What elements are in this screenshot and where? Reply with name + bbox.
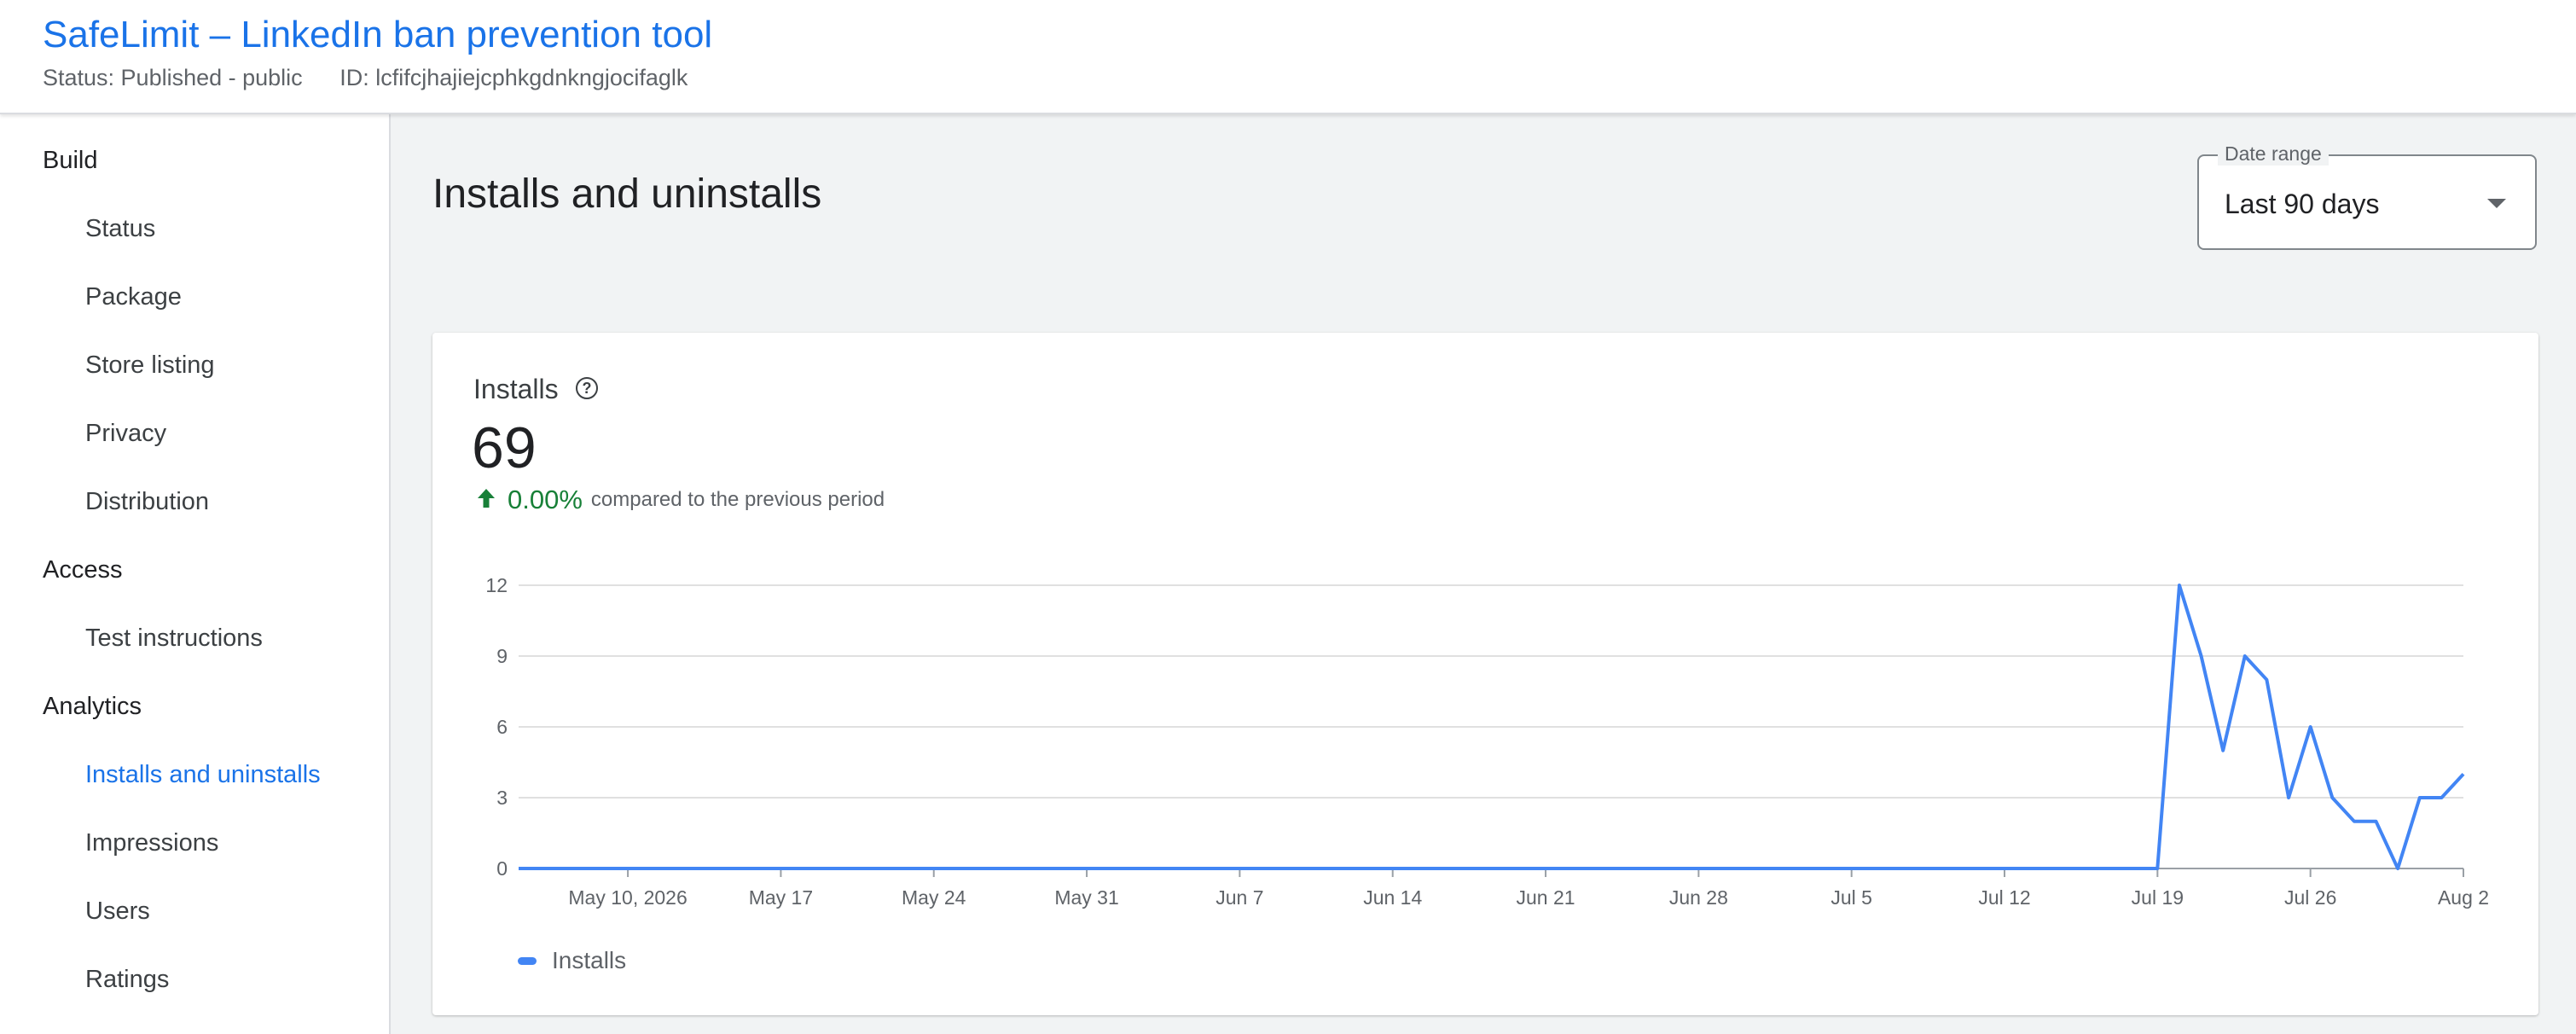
sidebar-item-distribution[interactable]: Distribution <box>85 488 209 516</box>
x-tick-label: Jul 19 <box>2132 886 2184 909</box>
installs-line-chart: 0 3 6 9 12 May 10, 2026 May 17 May 24 May 31 Jun … <box>485 574 2489 909</box>
sidebar-item-test-instructions[interactable]: Test instructions <box>85 624 263 653</box>
app-meta: Status: Published - public ID: lcfifcjha… <box>43 65 718 91</box>
page-title: Installs and uninstalls <box>432 171 822 217</box>
x-tick-label: May 24 <box>902 886 966 909</box>
x-tick-label: Jun 21 <box>1517 886 1575 909</box>
app-title[interactable]: SafeLimit – LinkedIn ban prevention tool <box>43 14 712 56</box>
x-tick-label: Jul 12 <box>1978 886 2030 909</box>
y-tick-label: 0 <box>496 857 508 880</box>
legend-swatch <box>518 956 537 965</box>
sidebar-item-users[interactable]: Users <box>85 897 150 926</box>
x-tick-label: Jun 28 <box>1669 886 1728 909</box>
top-bar: SafeLimit – LinkedIn ban prevention tool… <box>0 0 2576 114</box>
x-tick-label: Jul 5 <box>1830 886 1872 909</box>
x-tick-label: May 10, 2026 <box>568 886 687 909</box>
chevron-down-icon <box>2487 199 2506 208</box>
sidebar-item-impressions[interactable]: Impressions <box>85 829 218 857</box>
sidebar-item-store-listing[interactable]: Store listing <box>85 351 215 380</box>
y-tick-label: 9 <box>496 645 508 667</box>
y-tick-label: 6 <box>496 716 508 738</box>
sidebar-item-package[interactable]: Package <box>85 283 182 311</box>
item-id-text: ID: lcfifcjhajiejcphkgdnkngjocifaglk <box>339 65 688 90</box>
date-range-select[interactable]: Date range Last 90 days <box>2197 142 2537 250</box>
sidebar-item-installs-and-uninstalls[interactable]: Installs and uninstalls <box>85 761 321 789</box>
status-text: Status: Published - public <box>43 65 303 90</box>
legend-label-installs: Installs <box>552 947 627 973</box>
sidebar-item-status[interactable]: Status <box>85 215 155 243</box>
y-tick-label: 3 <box>496 787 508 809</box>
x-tick-label: Jul 26 <box>2284 886 2336 909</box>
chart-legend[interactable]: Installs <box>518 947 626 974</box>
nav-section-access: Access <box>43 556 123 584</box>
y-tick-label: 12 <box>485 574 508 596</box>
x-tick-label: May 17 <box>749 886 813 909</box>
date-range-label: Date range <box>2218 142 2329 166</box>
x-tick-label: Aug 2 <box>2438 886 2489 909</box>
sidebar-item-ratings[interactable]: Ratings <box>85 966 169 994</box>
x-tick-label: May 31 <box>1054 886 1118 909</box>
nav-section-build: Build <box>43 147 98 174</box>
installs-card: Installs ? 69 0.00% compared to the prev… <box>432 333 2538 1015</box>
date-range-value: Last 90 days <box>2225 189 2380 219</box>
sidebar: Build Status Package Store listing Priva… <box>0 114 391 1034</box>
x-tick-label: Jun 14 <box>1363 886 1422 909</box>
sidebar-item-privacy[interactable]: Privacy <box>85 420 166 448</box>
x-tick-label: Jun 7 <box>1215 886 1263 909</box>
nav-section-analytics: Analytics <box>43 693 142 720</box>
